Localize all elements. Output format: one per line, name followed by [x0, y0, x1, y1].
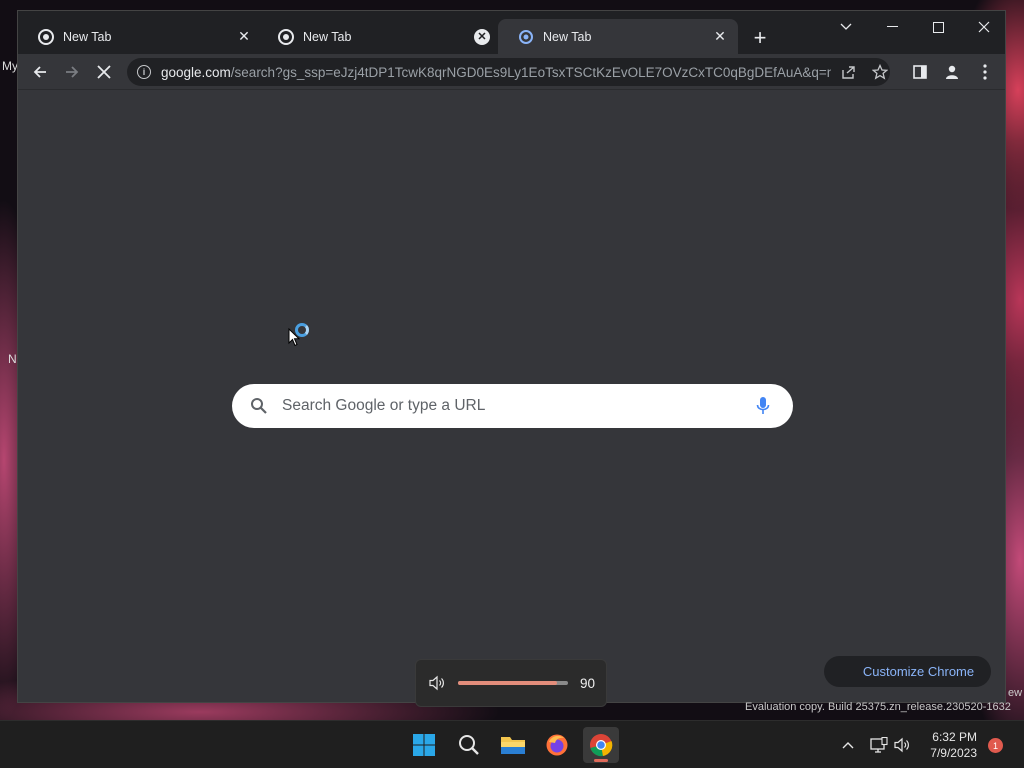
- minimize-icon: [886, 26, 898, 27]
- microphone-icon[interactable]: [755, 396, 771, 416]
- maximize-button[interactable]: [915, 13, 961, 41]
- volume-slider[interactable]: [458, 681, 568, 685]
- notification-badge[interactable]: 1: [988, 738, 1003, 753]
- taskbar: 6:32 PM 7/9/2023 1: [0, 720, 1024, 768]
- tab-title: New Tab: [303, 29, 352, 44]
- loading-favicon-icon: [519, 29, 533, 44]
- more-vert-icon: [983, 64, 987, 80]
- firefox-icon: [546, 734, 568, 756]
- tab-search-button[interactable]: [823, 13, 869, 41]
- person-icon: [946, 65, 958, 79]
- bookmark-star-icon[interactable]: [871, 63, 889, 81]
- stop-loading-button[interactable]: [90, 58, 118, 86]
- desktop-icon-label[interactable]: ew: [1008, 687, 1022, 699]
- taskbar-file-explorer[interactable]: [495, 727, 531, 763]
- browser-toolbar: i google.com/search?gs_ssp=eJzj4tDP1TcwK…: [18, 54, 1005, 90]
- volume-value: 90: [580, 675, 596, 691]
- close-tab-icon[interactable]: ✕: [710, 27, 730, 47]
- arrow-left-icon: [33, 66, 46, 78]
- profile-button[interactable]: [938, 58, 966, 86]
- volume-button[interactable]: [893, 735, 913, 755]
- desktop-icon-label[interactable]: My: [2, 59, 18, 73]
- share-icon[interactable]: [839, 63, 857, 81]
- network-button[interactable]: [869, 735, 889, 755]
- clock-date: 7/9/2023: [930, 746, 977, 760]
- close-icon: [978, 21, 990, 33]
- arrow-right-icon: [66, 66, 79, 78]
- speaker-icon[interactable]: [428, 674, 446, 692]
- busy-spinner-icon: [295, 323, 309, 337]
- chevron-down-icon: [840, 23, 852, 30]
- menu-button[interactable]: [971, 58, 999, 86]
- close-tab-icon[interactable]: ✕: [474, 28, 490, 45]
- forward-button[interactable]: [58, 58, 86, 86]
- chrome-icon: [590, 734, 613, 757]
- url-text[interactable]: google.com/search?gs_ssp=eJzj4tDP1TcwK8q…: [161, 65, 831, 80]
- tab-new-tab-3[interactable]: New Tab ✕: [498, 19, 738, 54]
- desktop-icon-label[interactable]: N: [8, 352, 17, 366]
- search-icon: [459, 735, 479, 755]
- address-bar[interactable]: i google.com/search?gs_ssp=eJzj4tDP1TcwK…: [127, 58, 890, 86]
- close-tab-icon[interactable]: ✕: [234, 27, 254, 47]
- volume-flyout: 90: [415, 659, 607, 707]
- folder-icon: [501, 737, 525, 754]
- clock-time: 6:32 PM: [932, 730, 977, 744]
- customize-chrome-button[interactable]: Customize Chrome: [824, 656, 991, 687]
- new-tab-button[interactable]: +: [747, 25, 773, 51]
- side-panel-button[interactable]: [906, 58, 934, 86]
- taskbar-search-button[interactable]: [451, 727, 487, 763]
- evaluation-watermark: Evaluation copy. Build 25375.zn_release.…: [745, 701, 1011, 713]
- taskbar-chrome[interactable]: [583, 727, 619, 763]
- close-window-button[interactable]: [961, 13, 1007, 41]
- system-clock[interactable]: 6:32 PM 7/9/2023: [920, 729, 977, 761]
- site-info-icon[interactable]: i: [137, 65, 151, 79]
- customize-chrome-label: Customize Chrome: [862, 664, 975, 679]
- tab-new-tab-2[interactable]: New Tab ✕: [258, 19, 498, 54]
- url-path: /search?gs_ssp=eJzj4tDP1TcwK8qrNGD0Es9Ly…: [230, 64, 831, 80]
- url-host: google.com: [161, 64, 231, 80]
- windows-logo-icon: [413, 734, 435, 756]
- tab-title: New Tab: [63, 29, 112, 44]
- tab-strip: New Tab ✕ New Tab ✕ New Tab ✕ +: [18, 11, 1005, 54]
- back-button[interactable]: [26, 58, 54, 86]
- taskbar-firefox[interactable]: [539, 727, 575, 763]
- chevron-up-icon: [842, 742, 854, 749]
- tab-title: New Tab: [543, 29, 592, 44]
- maximize-icon: [932, 21, 944, 33]
- chrome-icon: [38, 28, 54, 45]
- network-icon: [870, 737, 888, 753]
- speaker-icon: [894, 737, 909, 753]
- search-icon: [251, 398, 267, 414]
- active-app-indicator: [594, 759, 608, 762]
- show-hidden-icons-button[interactable]: [838, 735, 858, 755]
- search-placeholder[interactable]: Search Google or type a URL: [282, 397, 755, 415]
- chrome-window: New Tab ✕ New Tab ✕ New Tab ✕ + i google…: [17, 10, 1006, 703]
- ntp-search-box[interactable]: Search Google or type a URL: [232, 384, 793, 428]
- side-panel-icon: [913, 65, 927, 79]
- tab-new-tab-1[interactable]: New Tab ✕: [18, 19, 262, 54]
- volume-slider-fill: [458, 681, 557, 685]
- start-button[interactable]: [406, 727, 442, 763]
- chrome-icon: [278, 28, 294, 45]
- close-icon: [97, 65, 111, 79]
- minimize-button[interactable]: [869, 13, 915, 41]
